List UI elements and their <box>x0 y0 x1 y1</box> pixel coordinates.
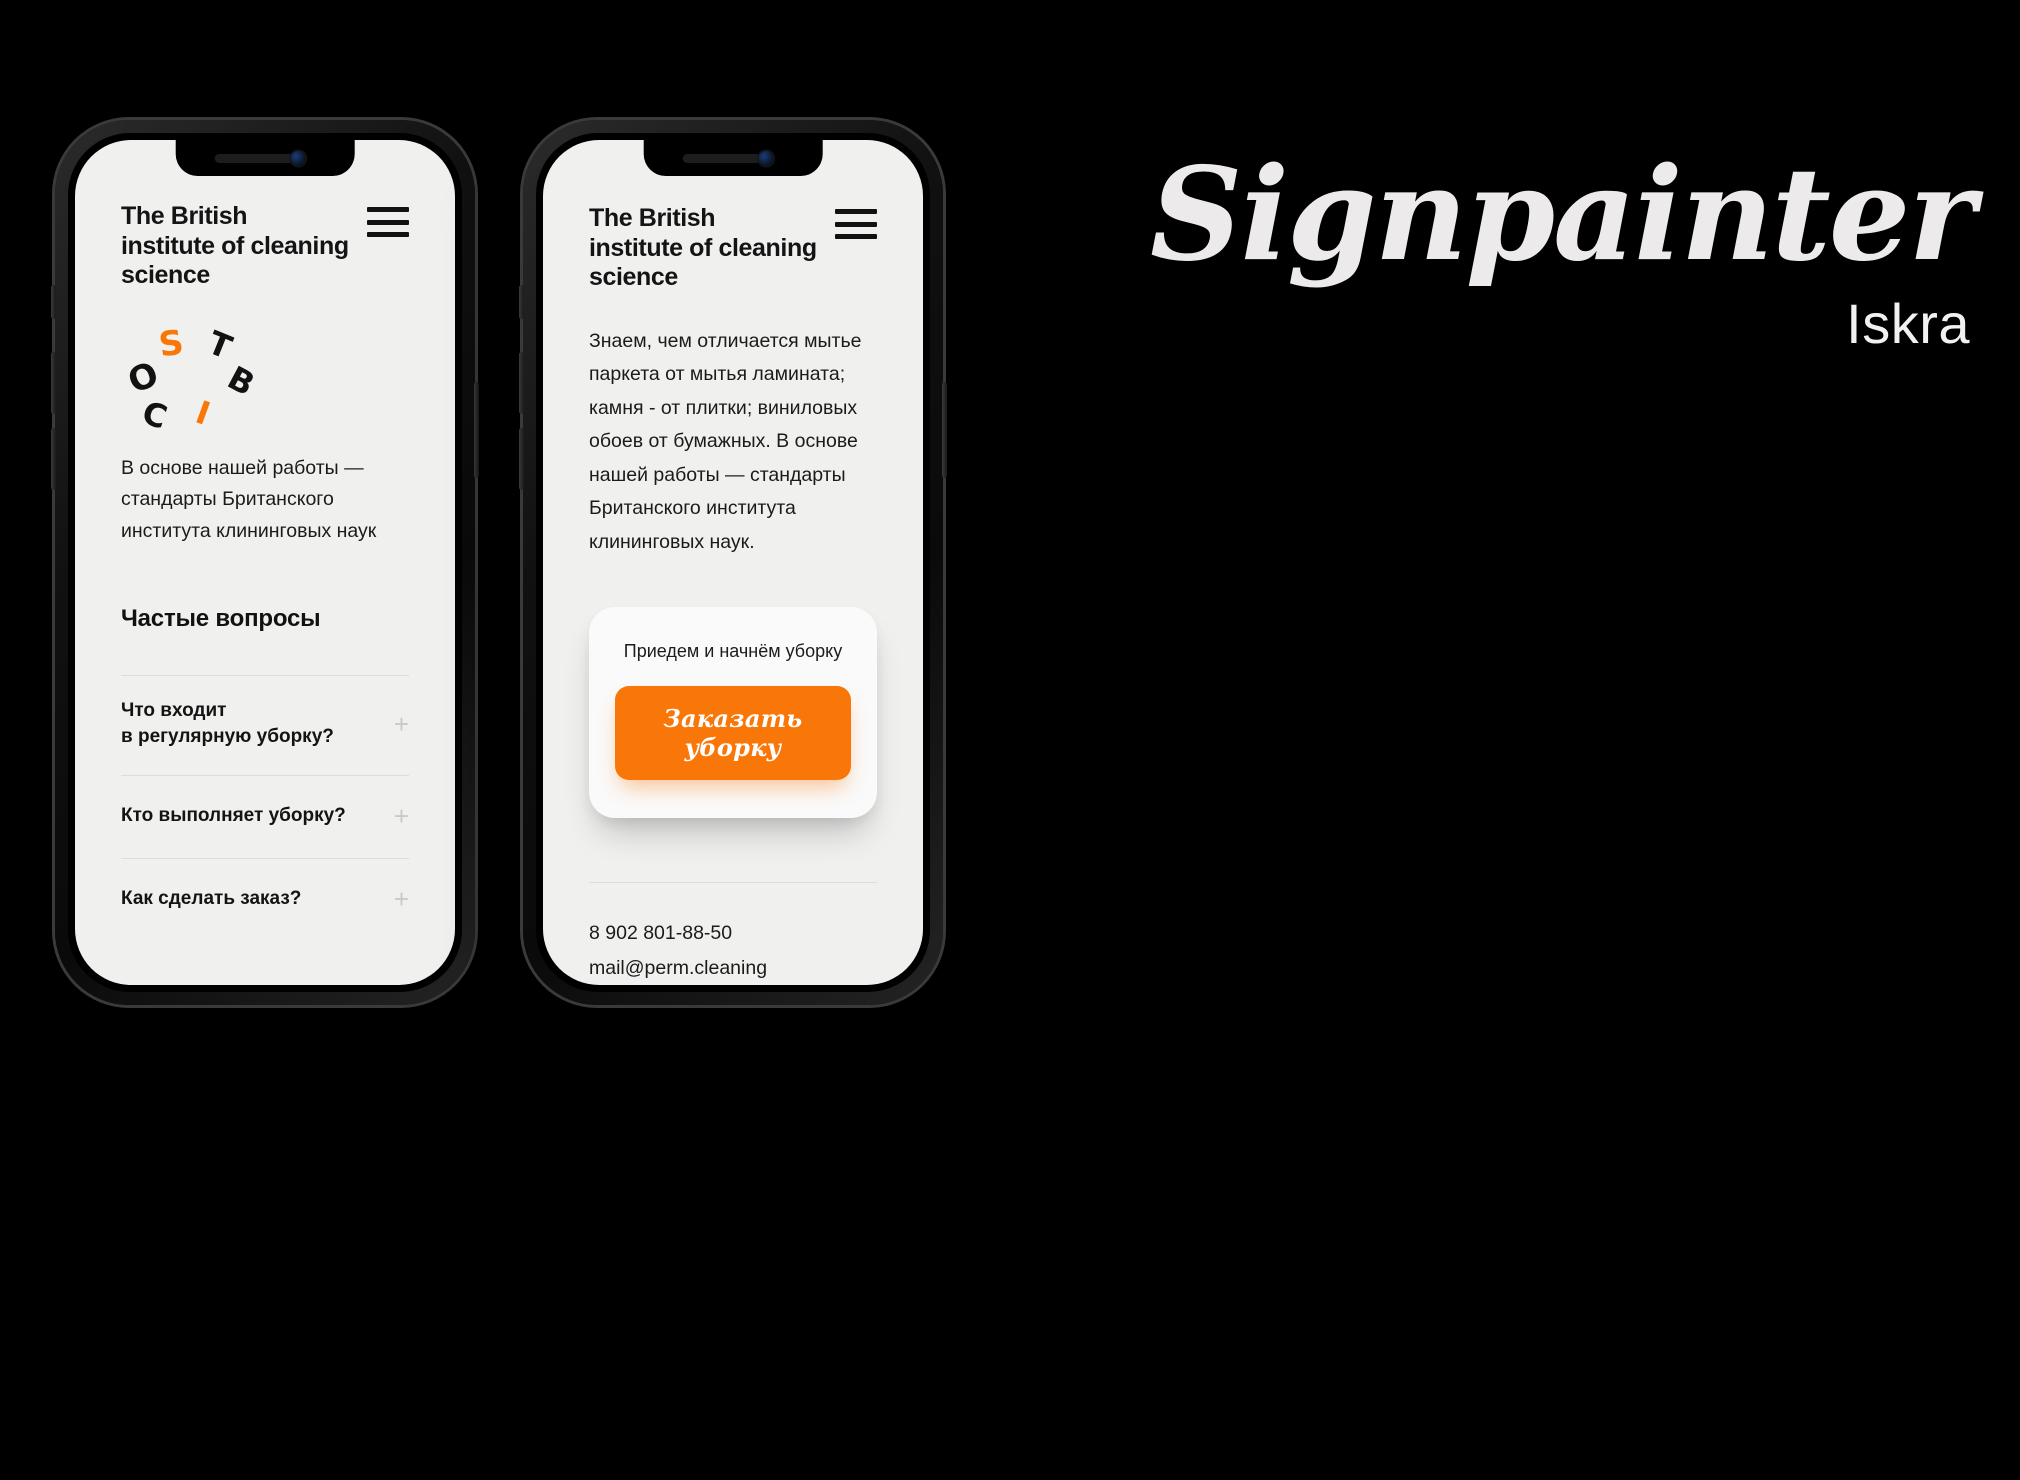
body-paragraph-two: Знаем, чем отличается мытье паркета от м… <box>589 329 862 553</box>
divider <box>589 882 877 884</box>
header-one: The British institute of cleaning scienc… <box>121 202 409 291</box>
lead-paragraph-one: В основе нашей работы — стандарты Британ… <box>121 456 377 542</box>
phone-mockup-one: The British institute of cleaning scienc… <box>51 120 479 1005</box>
header-two: The British institute of cleaning scienc… <box>589 204 877 293</box>
volume-up-button[interactable] <box>51 352 56 414</box>
phone-number[interactable]: 8 902 801-88-50 <box>589 919 877 948</box>
faq-item-3[interactable]: Как сделать заказ? + <box>121 859 409 941</box>
brand-title-two: The British institute of cleaning scienc… <box>589 204 817 291</box>
cta-card: Приедем и начнём уборку Заказать уборку <box>589 607 877 819</box>
power-button[interactable] <box>474 382 479 478</box>
faq-heading: Частые вопросы <box>121 605 321 633</box>
font-name-title: Signpainter <box>1150 140 1976 290</box>
brand-title-one: The British institute of cleaning scienc… <box>121 202 349 289</box>
faq-question: Кто выполняет уборку? <box>121 805 346 827</box>
faq-item-1[interactable]: Что входит в регулярную уборку? + <box>121 676 409 774</box>
phone-bezel-two: The British institute of cleaning scienc… <box>536 133 930 992</box>
power-button[interactable] <box>942 382 947 478</box>
mute-switch[interactable] <box>51 285 56 319</box>
plus-icon[interactable]: + <box>394 884 409 915</box>
faq-question: Что входит в регулярную уборку? <box>121 700 334 748</box>
scattered-letters-logo: S T O B C I <box>121 317 409 437</box>
logo-letter: T <box>202 322 238 367</box>
logo-letter: I <box>190 392 216 433</box>
front-camera-icon <box>759 151 775 166</box>
page-content-two: The British institute of cleaning scienc… <box>543 140 923 985</box>
hamburger-menu-icon[interactable] <box>835 209 877 239</box>
earpiece-speaker <box>682 154 763 163</box>
poster-canvas: The British institute of cleaning scienc… <box>0 0 2020 1480</box>
front-camera-icon <box>291 151 307 166</box>
page-content-one: The British institute of cleaning scienc… <box>75 140 455 985</box>
plus-icon[interactable]: + <box>394 709 409 740</box>
email-address[interactable]: mail@perm.cleaning <box>589 954 877 983</box>
logo-letter: C <box>137 392 172 437</box>
cta-label: Приедем и начнём уборку <box>623 641 843 662</box>
faq-question: Как сделать заказ? <box>121 888 302 910</box>
screen-one: The British institute of cleaning scienc… <box>75 140 455 985</box>
hamburger-menu-icon[interactable] <box>367 207 409 237</box>
logo-letter: S <box>156 321 187 366</box>
font-subtitle: Iskra <box>1846 291 1970 355</box>
plus-icon[interactable]: + <box>394 801 409 832</box>
notch-two <box>643 140 823 176</box>
volume-up-button[interactable] <box>519 352 524 414</box>
volume-down-button[interactable] <box>51 428 56 490</box>
volume-down-button[interactable] <box>519 428 524 490</box>
notch-one <box>175 140 355 176</box>
logo-letter: B <box>221 357 261 404</box>
faq-item-2[interactable]: Кто выполняет уборку? + <box>121 776 409 858</box>
order-cleaning-button[interactable]: Заказать уборку <box>615 686 851 781</box>
phone-mockup-two: The British institute of cleaning scienc… <box>519 120 947 1005</box>
contact-block: 8 902 801-88-50 mail@perm.cleaning <box>589 919 877 984</box>
screen-two: The British institute of cleaning scienc… <box>543 140 923 985</box>
poster-caption: Signpainter Iskra <box>1150 140 1976 356</box>
earpiece-speaker <box>214 154 295 163</box>
mute-switch[interactable] <box>519 285 524 319</box>
logo-letter: O <box>122 353 165 402</box>
phone-bezel-one: The British institute of cleaning scienc… <box>68 133 462 992</box>
